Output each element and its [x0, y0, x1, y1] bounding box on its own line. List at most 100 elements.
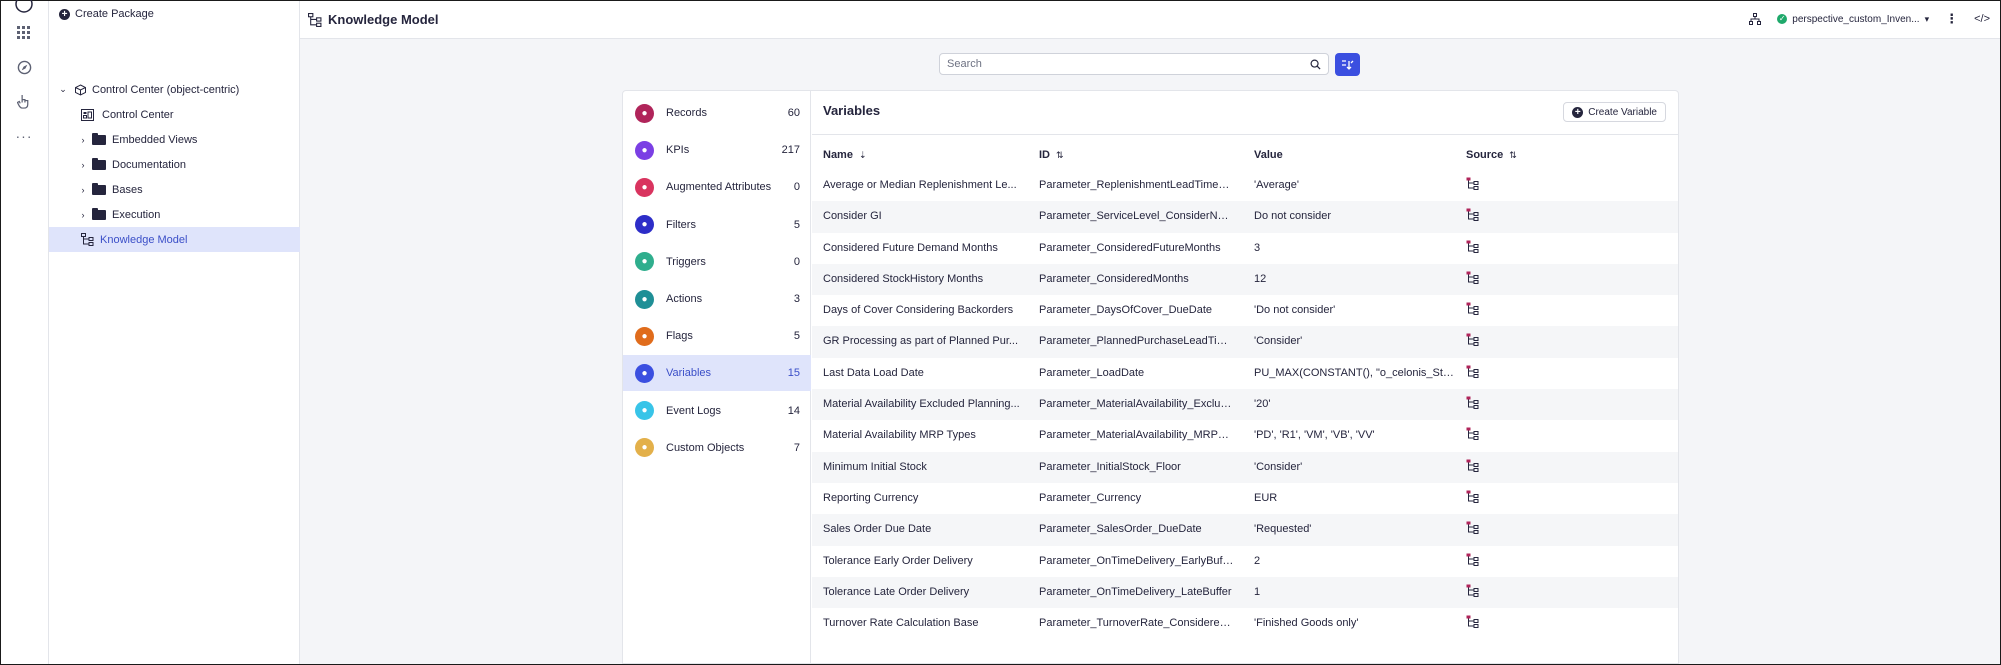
category-item[interactable]: ● Filters 5 [623, 207, 811, 243]
category-item[interactable]: ● Flags 5 [623, 318, 811, 354]
source-knowledge-model-icon[interactable] [1466, 240, 1486, 256]
column-header-source[interactable]: Source ⇅ [1466, 149, 1517, 161]
perspective-selector[interactable]: ✓ perspective_custom_Inven... ▾ [1777, 14, 1929, 25]
tree-node-documentation[interactable]: › Documentation [49, 152, 300, 177]
table-row[interactable]: Days of Cover Considering Backorders Para… [812, 295, 1678, 326]
source-knowledge-model-icon[interactable] [1466, 396, 1486, 412]
source-knowledge-model-icon[interactable] [1466, 615, 1486, 631]
tree-node-bases[interactable]: › Bases [49, 177, 300, 202]
source-knowledge-model-icon[interactable] [1466, 553, 1486, 569]
category-label: Triggers [666, 255, 706, 268]
chevron-right-icon[interactable]: › [78, 160, 88, 170]
compass-icon[interactable] [13, 56, 35, 78]
apps-grid-icon[interactable] [13, 22, 35, 44]
augmented-attributes-icon: ● [635, 177, 654, 197]
table-row[interactable]: Average or Median Replenishment Le... Par… [812, 170, 1678, 201]
sort-icon[interactable]: ⇅ [1056, 150, 1064, 161]
category-item[interactable]: ● Records 60 [623, 95, 811, 131]
source-knowledge-model-icon[interactable] [1466, 365, 1486, 381]
create-variable-button[interactable]: + Create Variable [1563, 102, 1666, 122]
view-icon [81, 108, 94, 121]
table-row[interactable]: Minimum Initial Stock Parameter_InitialSt… [812, 451, 1678, 483]
category-item[interactable]: ● KPIs 217 [623, 132, 811, 168]
variable-id: Parameter_PlannedPurchaseLeadTime... [1039, 335, 1234, 348]
category-item[interactable]: ● Actions 3 [623, 281, 811, 317]
source-knowledge-model-icon[interactable] [1466, 302, 1486, 318]
source-knowledge-model-icon[interactable] [1466, 459, 1486, 475]
source-knowledge-model-icon[interactable] [1466, 333, 1486, 349]
source-knowledge-model-icon[interactable] [1466, 177, 1486, 193]
category-count: 3 [793, 293, 800, 305]
table-row[interactable]: Material Availability MRP Types Parameter… [812, 420, 1678, 451]
category-item[interactable]: ● Triggers 0 [623, 244, 811, 280]
table-row[interactable]: Considered Future Demand Months Parameter… [812, 233, 1678, 264]
table-row[interactable]: Tolerance Late Order Delivery Parameter_O… [812, 576, 1678, 609]
sort-icon[interactable]: ⇅ [1509, 150, 1517, 161]
knowledge-model-card: ● Records 60 ● KPIs 217 ● Augmented Attributes 0… [622, 90, 1679, 664]
variable-name: Minimum Initial Stock [823, 460, 927, 473]
table-row[interactable]: GR Processing as part of Planned Pur... P… [812, 326, 1678, 358]
page-title: Knowledge Model [308, 12, 439, 27]
folder-icon [92, 132, 106, 145]
variable-name: Consider GI [823, 210, 882, 223]
hierarchy-icon[interactable] [1749, 13, 1762, 25]
source-knowledge-model-icon[interactable] [1466, 521, 1486, 537]
kebab-menu-icon[interactable]: ⋮ [1945, 11, 1958, 27]
category-item[interactable]: ● Augmented Attributes 0 [623, 169, 811, 205]
search-bar [939, 53, 1329, 75]
home-icon[interactable] [13, 0, 35, 15]
table-row[interactable]: Material Availability Excluded Planning.… [812, 389, 1678, 421]
tree-node-embedded-views[interactable]: › Embedded Views [49, 127, 300, 152]
table-row[interactable]: Turnover Rate Calculation Base Parameter_… [812, 608, 1678, 639]
tree-node-root[interactable]: ⌄ Control Center (object-centric) [49, 77, 300, 102]
chevron-down-icon[interactable]: ⌄ [58, 84, 68, 95]
chevron-right-icon[interactable]: › [78, 210, 88, 220]
source-knowledge-model-icon[interactable] [1466, 490, 1486, 506]
table-row[interactable]: Considered StockHistory Months Parameter_… [812, 263, 1678, 296]
category-label: Variables [666, 367, 712, 380]
search-input[interactable] [947, 58, 1310, 70]
variable-name: Average or Median Replenishment Le... [823, 179, 1017, 191]
hand-pointer-icon[interactable] [13, 90, 35, 112]
variable-value: PU_MAX(CONSTANT(), "o_celonis_Sto... [1254, 366, 1454, 379]
chevron-right-icon[interactable]: › [78, 185, 88, 195]
variable-name: Tolerance Early Order Delivery [823, 554, 973, 567]
tree-node-label: Control Center [102, 108, 174, 121]
more-icon[interactable]: ··· [13, 125, 35, 147]
source-knowledge-model-icon[interactable] [1466, 271, 1486, 287]
section-title: Variables [823, 103, 881, 118]
table-row[interactable]: Sales Order Due Date Parameter_SalesOrder… [812, 514, 1678, 546]
app-rail: ··· [1, 0, 49, 664]
table-row[interactable]: Tolerance Early Order Delivery Parameter_… [812, 546, 1678, 577]
table-row[interactable]: Reporting Currency Parameter_Currency EUR [812, 483, 1678, 514]
chevron-right-icon[interactable]: › [78, 135, 88, 145]
search-icon[interactable] [1310, 59, 1321, 70]
filter-button[interactable] [1335, 53, 1360, 76]
folder-icon [92, 207, 106, 220]
column-header-value: Value [1254, 149, 1283, 161]
plus-icon: + [1572, 106, 1584, 118]
variable-name: Considered Future Demand Months [823, 241, 998, 254]
column-header-name[interactable]: Name ⇣ [823, 149, 867, 161]
page-header: Knowledge Model ✓ perspective_custom_Inv… [300, 1, 2000, 39]
table-row[interactable]: Consider GI Parameter_ServiceLevel_Consid… [812, 201, 1678, 233]
column-header-id[interactable]: ID ⇅ [1039, 149, 1064, 161]
category-list: ● Records 60 ● KPIs 217 ● Augmented Attributes 0… [623, 91, 811, 664]
category-item[interactable]: ● Variables 15 [623, 355, 811, 392]
tree-node-label: Embedded Views [112, 133, 198, 146]
create-package-button[interactable]: + Create Package [59, 8, 154, 20]
category-count: 0 [793, 255, 800, 268]
variable-name: Material Availability MRP Types [823, 429, 976, 442]
source-knowledge-model-icon[interactable] [1466, 427, 1486, 443]
category-count: 5 [793, 218, 800, 231]
source-knowledge-model-icon[interactable] [1466, 584, 1486, 600]
tree-node-execution[interactable]: › Execution [49, 202, 300, 227]
tree-node-knowledge-model[interactable]: Knowledge Model [49, 227, 300, 252]
source-knowledge-model-icon[interactable] [1466, 208, 1486, 224]
tree-node-control-center[interactable]: Control Center [49, 102, 300, 127]
category-item[interactable]: ● Custom Objects 7 [623, 430, 811, 466]
code-view-icon[interactable]: </> [1974, 13, 1990, 25]
sort-az-icon[interactable]: ⇣ [859, 150, 867, 161]
category-item[interactable]: ● Event Logs 14 [623, 393, 811, 429]
table-row[interactable]: Last Data Load Date Parameter_LoadDate PU_… [812, 358, 1678, 389]
